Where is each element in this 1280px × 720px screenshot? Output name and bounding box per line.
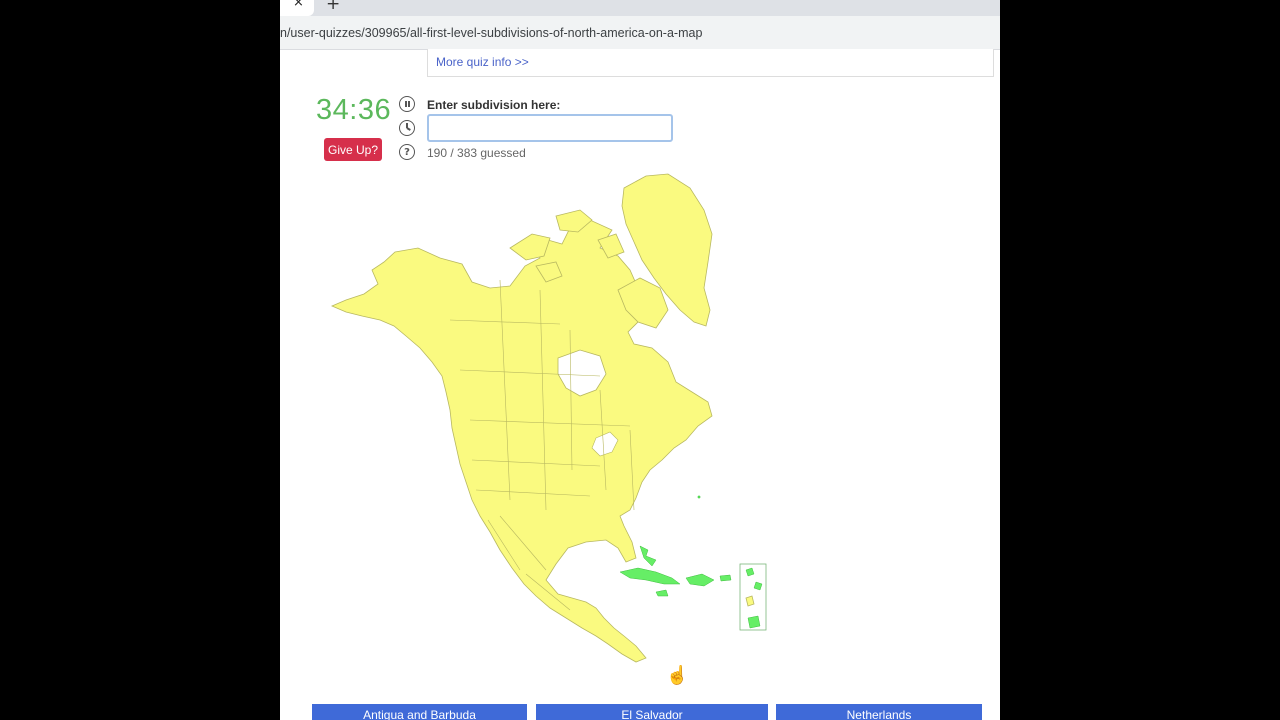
clock-icon[interactable]: [399, 120, 415, 136]
arctic-island-1: [509, 233, 551, 261]
answer-choice-button[interactable]: Netherlands: [776, 704, 982, 720]
browser-tab[interactable]: ×: [280, 0, 314, 16]
browser-viewport: × + n/user-quizzes/309965/all-first-leve…: [280, 0, 1000, 720]
give-up-button[interactable]: Give Up?: [324, 138, 382, 161]
more-quiz-info-link[interactable]: More quiz info >>: [436, 55, 529, 69]
new-tab-icon[interactable]: +: [326, 0, 340, 14]
caribbean-islands-guessed[interactable]: [619, 495, 732, 597]
puerto-rico: [719, 574, 732, 582]
hispaniola: [685, 573, 715, 587]
guessed-count: 190 / 383 guessed: [427, 146, 526, 160]
help-icon[interactable]: ?: [399, 144, 415, 160]
bermuda: [697, 495, 701, 499]
cuba: [619, 567, 681, 585]
jamaica: [655, 589, 669, 597]
quiz-info-box: More quiz info >>: [427, 49, 994, 77]
answer-input[interactable]: [427, 114, 673, 142]
answer-choice-button[interactable]: El Salvador: [536, 704, 768, 720]
bahamas: [639, 545, 657, 567]
address-bar[interactable]: n/user-quizzes/309965/all-first-level-su…: [280, 16, 1000, 50]
north-america-map[interactable]: [300, 170, 800, 670]
countdown-timer: 34:36: [316, 94, 392, 126]
answer-choice-button[interactable]: Antigua and Barbuda: [312, 704, 527, 720]
hand-cursor-icon: ☝: [666, 665, 689, 685]
lesser-antilles-inset[interactable]: [739, 563, 767, 631]
tab-strip: × +: [280, 0, 1000, 16]
url-text[interactable]: n/user-quizzes/309965/all-first-level-su…: [280, 26, 702, 40]
lesser-antilles-island: [747, 615, 761, 629]
answer-input-label: Enter subdivision here:: [427, 98, 561, 112]
pause-icon[interactable]: [399, 96, 415, 112]
close-icon[interactable]: ×: [293, 0, 304, 10]
